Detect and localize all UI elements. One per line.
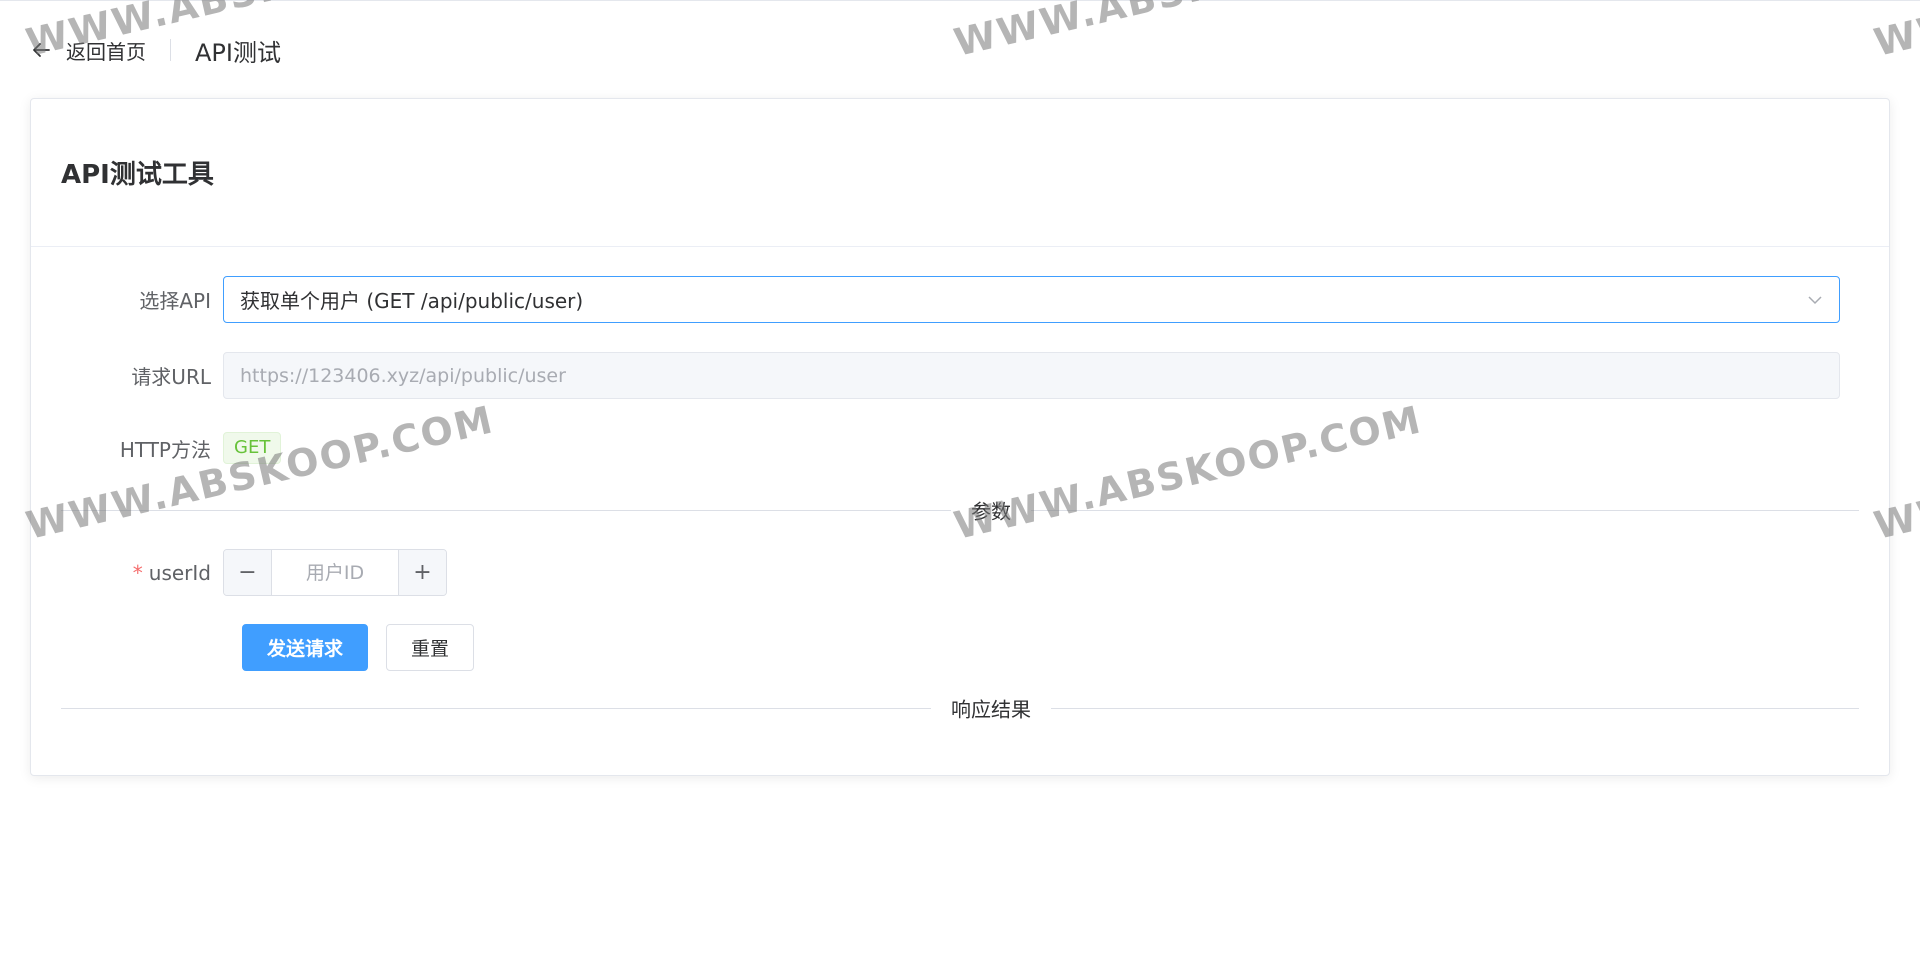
api-select[interactable]: 获取单个用户 (GET /api/public/user) xyxy=(223,276,1840,323)
chevron-down-icon xyxy=(1805,290,1825,310)
form-row-api: 选择API 获取单个用户 (GET /api/public/user) xyxy=(31,276,1840,323)
card-title: API测试工具 xyxy=(61,160,214,190)
send-request-button[interactable]: 发送请求 xyxy=(242,624,369,671)
api-test-card: API测试工具 选择API 获取单个用户 (GET /api/public/us… xyxy=(30,98,1890,776)
method-tag: GET xyxy=(223,432,282,464)
page-header: 返回首页 API测试 xyxy=(30,32,281,68)
response-divider: 响应结果 xyxy=(61,693,1859,723)
arrow-left-icon xyxy=(30,39,52,61)
api-select-label: 选择API xyxy=(139,289,211,313)
url-label: 请求URL xyxy=(131,365,211,389)
form-row-method: HTTP方法 GET xyxy=(31,432,282,464)
top-border xyxy=(0,0,1920,1)
header-divider xyxy=(170,39,171,61)
back-label: 返回首页 xyxy=(66,39,146,64)
userid-stepper: − + xyxy=(223,549,447,596)
url-input[interactable] xyxy=(223,352,1840,399)
form-row-url: 请求URL xyxy=(31,352,1840,399)
method-label: HTTP方法 xyxy=(119,437,211,462)
userid-input[interactable] xyxy=(272,550,398,595)
reset-button[interactable]: 重置 xyxy=(386,624,475,671)
back-button[interactable]: 返回首页 xyxy=(30,36,146,65)
increment-button[interactable]: + xyxy=(398,550,446,595)
userid-label: * userId xyxy=(31,561,223,585)
params-divider-text: 参数 xyxy=(951,495,1031,525)
form-actions: 发送请求 重置 xyxy=(242,624,475,671)
page-title: API测试 xyxy=(195,38,281,67)
card-header: API测试工具 xyxy=(31,99,1889,247)
watermark: WWW.ABSKOOP.COM xyxy=(1870,0,1920,65)
api-select-value: 获取单个用户 (GET /api/public/user) xyxy=(240,289,584,313)
decrement-button[interactable]: − xyxy=(224,550,272,595)
userid-label-text: userId xyxy=(148,560,211,585)
required-star: * xyxy=(132,560,143,585)
watermark: WWW.ABSKOOP.COM xyxy=(950,0,1426,65)
form-row-userid: *userId − + xyxy=(31,549,447,596)
response-divider-text: 响应结果 xyxy=(931,693,1051,723)
params-divider: 参数 xyxy=(61,495,1859,525)
